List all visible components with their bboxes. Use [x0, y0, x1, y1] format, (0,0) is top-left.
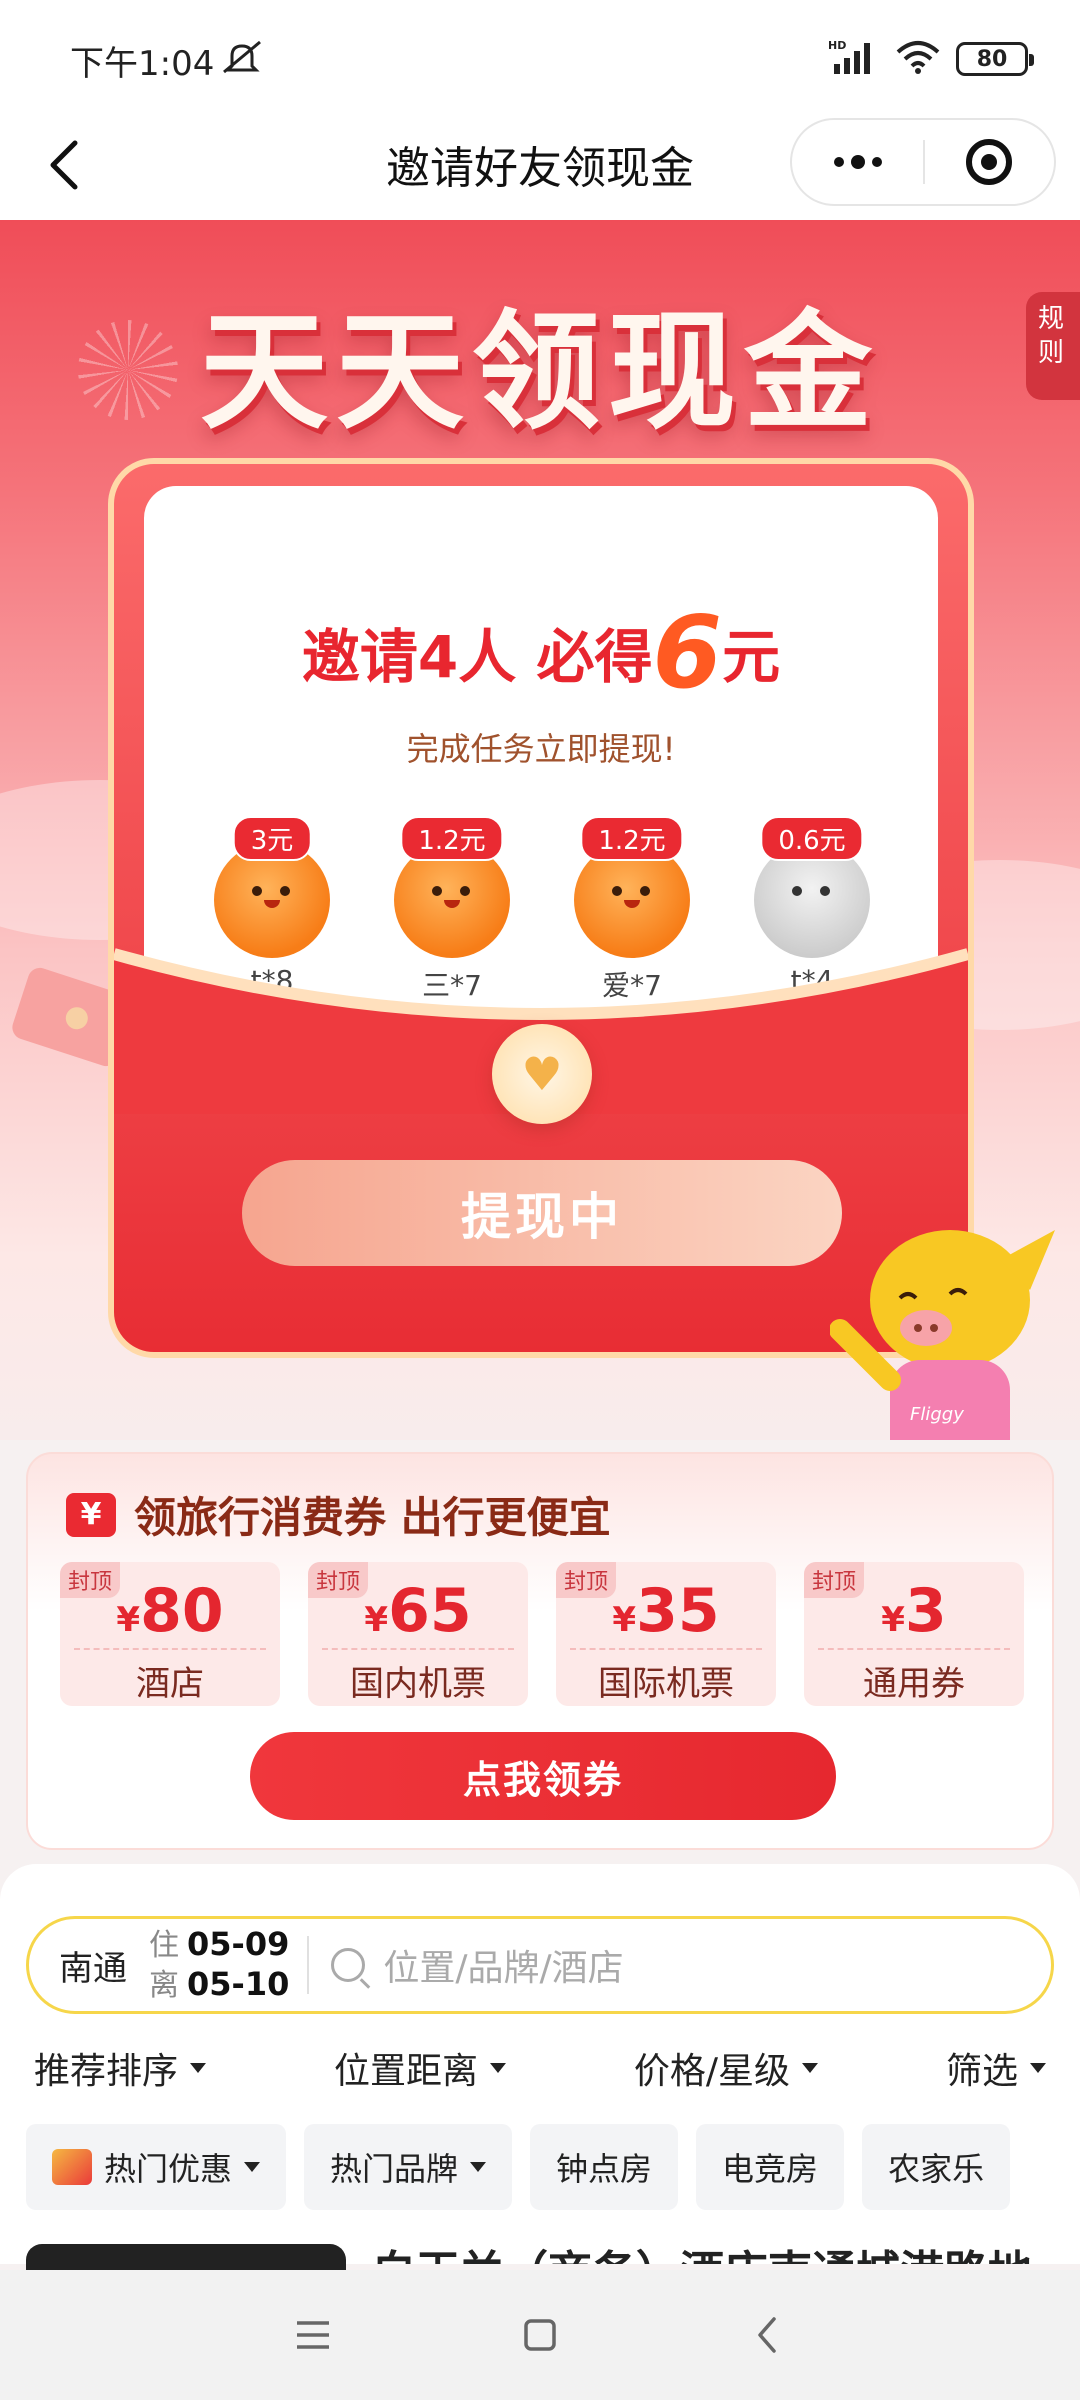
tag-hot-deals[interactable]: 热门优惠 — [26, 2124, 287, 2210]
dropdown-triangle-icon — [470, 2162, 487, 2172]
quick-filter-tags: 热门优惠 热门品牌 钟点房 电竞房 农家乐 — [26, 2124, 1011, 2210]
hotel-search-section: 南通 住 05-09 离 05-10 位置/品牌/酒店 推荐排序 位置距离 价格/星… — [0, 1864, 1080, 2274]
heart-seal-icon: ♥ — [492, 1024, 592, 1124]
coupon-list: 封顶 ¥80 酒店 封顶 ¥65 国内机票 封顶 ¥35 国际机票 封顶 ¥3 … — [60, 1562, 1024, 1706]
coupon-general[interactable]: 封顶 ¥3 通用券 — [804, 1562, 1024, 1706]
coupon-header: ¥ 领旅行消费券 出行更便宜 — [66, 1484, 611, 1545]
hotel-search-bar: 南通 住 05-09 离 05-10 位置/品牌/酒店 — [26, 1916, 1054, 2014]
coupon-label: 国际机票 — [598, 1664, 734, 1704]
coupon-label: 通用券 — [863, 1664, 965, 1704]
claim-coupon-button[interactable]: 点我领券 — [250, 1732, 836, 1820]
coupon-amount: ¥65 — [364, 1576, 472, 1646]
sort-distance[interactable]: 位置距离 — [334, 2042, 506, 2094]
miniapp-capsule — [790, 118, 1056, 206]
back-triangle-icon — [757, 2317, 776, 2353]
back-button[interactable] — [26, 128, 100, 202]
mute-icon — [218, 38, 266, 80]
hero-title: 天天领现金 — [199, 297, 880, 447]
sort-recommended[interactable]: 推荐排序 — [34, 2042, 207, 2094]
rules-button[interactable]: 规则 — [1026, 292, 1080, 400]
reward-badge: 1.2元 — [580, 816, 684, 861]
tag-hourly-room[interactable]: 钟点房 — [530, 2124, 679, 2210]
svg-text:HD: HD — [828, 39, 846, 52]
search-input[interactable]: 位置/品牌/酒店 — [383, 1939, 623, 1991]
sort-filter[interactable]: 筛选 — [946, 2042, 1046, 2094]
reward-badge: 0.6元 — [760, 816, 864, 861]
invite-headline: 邀请4人 必得6元 — [144, 594, 938, 711]
home-button[interactable] — [495, 2290, 585, 2380]
hd-signal-icon: HD — [828, 38, 880, 80]
checkin-date: 05-09 — [187, 1925, 290, 1963]
invite-suffix: 元 — [722, 623, 781, 691]
coupon-panel: ¥ 领旅行消费券 出行更便宜 封顶 ¥80 酒店 封顶 ¥65 国内机票 封顶 … — [26, 1452, 1054, 1850]
hero-section: 天天领现金 规则 邀请4人 必得6元 完成任务立即提现! 3元 t*8 1.2元… — [0, 220, 1080, 1440]
sort-bar: 推荐排序 位置距离 价格/星级 筛选 — [0, 2042, 1080, 2094]
dropdown-triangle-icon — [802, 2063, 819, 2073]
coupon-international-flight[interactable]: 封顶 ¥35 国际机票 — [556, 1562, 776, 1706]
sort-price-star[interactable]: 价格/星级 — [634, 2042, 819, 2094]
coupon-amount: ¥80 — [116, 1576, 224, 1646]
coupon-label: 酒店 — [136, 1664, 204, 1704]
wifi-icon — [894, 38, 942, 80]
more-button[interactable] — [792, 120, 923, 204]
system-back-button[interactable] — [722, 2290, 812, 2380]
dropdown-triangle-icon — [489, 2063, 506, 2073]
checkout-label: 离 — [149, 1968, 179, 2003]
menu-icon — [297, 2321, 330, 2349]
reward-badge: 3元 — [232, 816, 312, 861]
yen-coupon-icon: ¥ — [66, 1492, 116, 1537]
tag-farm-stay[interactable]: 农家乐 — [862, 2124, 1011, 2210]
menu-button[interactable] — [268, 2290, 358, 2380]
dropdown-triangle-icon — [190, 2063, 207, 2073]
date-selector[interactable]: 住 05-09 离 05-10 — [149, 1925, 289, 2005]
svg-text:Fliggy: Fliggy — [910, 1404, 964, 1425]
coupon-hotel[interactable]: 封顶 ¥80 酒店 — [60, 1562, 280, 1706]
search-divider — [307, 1936, 310, 1994]
fliggy-pig-mascot: Fliggy — [830, 1230, 1055, 1440]
target-icon — [966, 139, 1013, 185]
dropdown-triangle-icon — [244, 2162, 261, 2172]
chevron-left-icon — [50, 140, 78, 190]
search-icon — [331, 1948, 366, 1982]
hotel-result-title[interactable]: 白玉兰（商务）酒店南通城港路地 — [372, 2236, 1032, 2264]
reward-badge: 1.2元 — [400, 816, 504, 861]
tag-esports-room[interactable]: 电竞房 — [696, 2124, 845, 2210]
invite-amount: 6 — [652, 594, 723, 711]
coupon-label: 国内机票 — [350, 1664, 486, 1704]
invite-subtitle: 完成任务立即提现! — [406, 730, 676, 768]
coupon-amount: ¥35 — [612, 1576, 720, 1646]
nav-bar: 邀请好友领现金 — [0, 110, 1080, 220]
more-dots-icon — [833, 157, 844, 167]
system-nav-bar — [0, 2270, 1080, 2400]
withdraw-button[interactable]: 提现中 — [242, 1160, 842, 1266]
status-time: 下午1:04 — [70, 44, 215, 84]
gift-icon — [52, 2149, 92, 2185]
status-bar: 下午1:04 HD 80 — [0, 0, 1080, 110]
dropdown-triangle-icon — [1030, 2063, 1046, 2073]
status-icons: HD 80 — [828, 38, 1034, 80]
coupon-domestic-flight[interactable]: 封顶 ¥65 国内机票 — [308, 1562, 528, 1706]
coupon-amount: ¥3 — [881, 1576, 947, 1646]
battery-icon: 80 — [956, 42, 1034, 76]
coupon-title: 领旅行消费券 出行更便宜 — [134, 1493, 611, 1542]
invite-prefix: 邀请4人 必得 — [301, 623, 653, 691]
checkin-label: 住 — [149, 1928, 179, 1963]
battery-level: 80 — [976, 46, 1008, 72]
checkout-date: 05-10 — [187, 1965, 290, 2003]
close-miniapp-button[interactable] — [925, 120, 1054, 204]
home-square-icon — [524, 2319, 556, 2351]
tag-hot-brands[interactable]: 热门品牌 — [304, 2124, 513, 2210]
city-selector[interactable]: 南通 — [59, 1941, 127, 1990]
